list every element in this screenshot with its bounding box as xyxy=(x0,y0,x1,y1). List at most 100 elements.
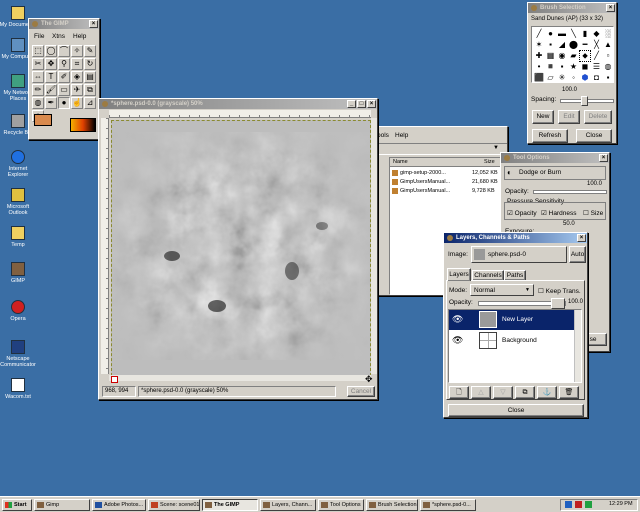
menu-xtns[interactable]: Xtns xyxy=(52,33,65,40)
brush-cell[interactable]: ▲ xyxy=(603,40,613,50)
brush-cell[interactable]: ▪ xyxy=(557,62,567,72)
taskbar-button[interactable]: Scene: scene01 xyxy=(148,499,200,511)
tool-options-titlebar[interactable]: Tool Options × xyxy=(501,153,609,163)
brush-cell[interactable]: ✳ xyxy=(557,73,567,83)
spacing-slider[interactable] xyxy=(560,96,614,106)
brush-cell[interactable]: ☰ xyxy=(591,62,602,72)
brush-cell[interactable]: ╱ xyxy=(534,29,544,39)
explorer-menu-help[interactable]: Help xyxy=(395,132,408,139)
explorer-menu-tools[interactable]: ools xyxy=(377,132,389,139)
pencil-icon[interactable]: ✏ xyxy=(32,84,44,96)
free-select-icon[interactable]: ⌒ xyxy=(58,45,70,57)
brush-cell[interactable]: ◾ xyxy=(545,62,556,72)
close-icon[interactable]: × xyxy=(606,4,615,12)
convolve-icon[interactable]: ◍ xyxy=(32,97,44,109)
desktop-icon[interactable]: Opera xyxy=(0,300,38,322)
delete-layer-icon[interactable]: 🗑 xyxy=(559,386,579,399)
text-icon[interactable]: T xyxy=(45,71,57,83)
layer-row-new-layer[interactable]: 👁 New Layer xyxy=(449,310,574,330)
image-window[interactable]: *sphere.psd-0.0 (grayscale) 50% _ □ × ✥ … xyxy=(98,98,378,400)
taskbar-button[interactable]: Tool Options xyxy=(318,499,364,511)
brush-cell[interactable]: ▮ xyxy=(580,29,590,39)
new-layer-icon[interactable]: 🗋 xyxy=(449,386,469,399)
duplicate-layer-icon[interactable]: ⧉ xyxy=(515,386,535,399)
brush-cell[interactable]: ⬥ xyxy=(579,50,591,62)
brush-cell[interactable]: • xyxy=(534,62,544,72)
mode-select[interactable]: Normal ▼ xyxy=(470,284,534,296)
auto-button[interactable]: Auto xyxy=(569,246,586,263)
close-icon[interactable]: × xyxy=(577,234,586,242)
crop-icon[interactable]: ⌗ xyxy=(71,58,83,70)
scissors-icon[interactable]: ✂ xyxy=(32,58,44,70)
tray-icon[interactable] xyxy=(565,501,572,508)
cancel-button[interactable]: Cancel xyxy=(347,386,375,397)
clone-icon[interactable]: ⧉ xyxy=(84,84,96,96)
brush-cell[interactable]: ◼ xyxy=(580,62,590,72)
smudge-icon[interactable]: ☝ xyxy=(71,97,83,109)
brush-cell[interactable]: ⬛ xyxy=(534,73,544,83)
taskbar-button[interactable]: Brush Selection xyxy=(366,499,418,511)
brush-cell[interactable]: ★ xyxy=(568,62,579,72)
brush-selection-window[interactable]: Brush Selection × Sand Dunes (AP) (33 x … xyxy=(527,2,617,144)
brush-cell[interactable]: ◉ xyxy=(557,51,567,61)
taskbar-button[interactable]: Layers, Chann... xyxy=(260,499,316,511)
brush-cell[interactable]: ◦ xyxy=(568,73,579,83)
brush-cell[interactable]: ◘ xyxy=(591,73,602,83)
new-brush-button[interactable]: New xyxy=(532,110,554,124)
brush-cell[interactable]: ◆ xyxy=(591,29,602,39)
fuzzy-select-icon[interactable]: ✧ xyxy=(71,45,83,57)
tab-layers[interactable]: Layers xyxy=(447,268,471,281)
minimize-icon[interactable]: _ xyxy=(347,100,356,108)
brush-cell[interactable]: ▫ xyxy=(603,51,613,61)
horizontal-scrollbar[interactable] xyxy=(109,375,371,381)
vertical-ruler[interactable] xyxy=(101,118,109,374)
brush-cell[interactable]: ◍ xyxy=(603,62,613,72)
desktop-icon[interactable]: Temp xyxy=(0,226,38,248)
brush-cell[interactable]: ▦ xyxy=(545,51,556,61)
brush-cell[interactable]: ▪ xyxy=(603,73,613,83)
navigate-icon[interactable]: ✥ xyxy=(365,375,375,385)
brush-cell[interactable]: ░ xyxy=(603,29,613,39)
pressure-opacity-checkbox[interactable]: ☑ Opacity xyxy=(507,209,537,217)
layers-titlebar[interactable]: Layers, Channels & Paths × xyxy=(444,233,587,243)
layer-opacity-slider[interactable] xyxy=(478,298,566,309)
desktop-icon[interactable]: Microsoft Outlook xyxy=(0,188,38,216)
image-select[interactable]: sphere.psd-0 xyxy=(471,246,567,263)
column-name[interactable]: Name xyxy=(393,159,408,165)
brush-cell[interactable]: ● xyxy=(545,29,556,39)
dodge-burn-icon[interactable]: ● xyxy=(58,97,70,109)
taskbar-button[interactable]: Gimp xyxy=(34,499,90,511)
rect-select-icon[interactable]: ⬚ xyxy=(32,45,44,57)
color-area[interactable] xyxy=(32,131,98,155)
taskbar-button[interactable]: *sphere.psd-0... xyxy=(420,499,476,511)
file-row[interactable]: GimpUsersManual... 9,728 KB xyxy=(390,187,506,196)
brush-cell[interactable]: ╱ xyxy=(591,51,602,61)
blend-icon[interactable]: ▤ xyxy=(84,71,96,83)
move-icon[interactable]: ✥ xyxy=(45,58,57,70)
file-row[interactable]: gimp-setup-2000... 12,052 KB xyxy=(390,169,506,178)
layer-row-background[interactable]: 👁 Background xyxy=(449,331,574,351)
anchor-layer-icon[interactable]: ⚓ xyxy=(537,386,557,399)
maximize-icon[interactable]: □ xyxy=(357,100,366,108)
brush-cell[interactable]: ✚ xyxy=(534,51,544,61)
ink-icon[interactable]: ✒ xyxy=(45,97,57,109)
column-size[interactable]: Size xyxy=(484,159,495,165)
layer-list-scrollbar[interactable] xyxy=(574,310,581,382)
keep-trans-checkbox[interactable]: ☐ Keep Trans. xyxy=(538,287,581,295)
file-row[interactable]: GimpUsersManual... 21,680 KB xyxy=(390,178,506,187)
bezier-select-icon[interactable]: ✎ xyxy=(84,45,96,57)
eraser-icon[interactable]: ▭ xyxy=(58,84,70,96)
refresh-button[interactable]: Refresh xyxy=(532,129,568,143)
desktop-icon[interactable]: GIMP xyxy=(0,262,38,284)
image-titlebar[interactable]: *sphere.psd-0.0 (grayscale) 50% _ □ × xyxy=(99,99,377,109)
brush-cell[interactable]: ▰ xyxy=(568,51,579,61)
tray-icon[interactable] xyxy=(585,501,592,508)
layers-close-button[interactable]: Close xyxy=(448,404,584,417)
quickmask-icon[interactable] xyxy=(111,376,118,383)
dropdown-arrow-icon[interactable]: ▼ xyxy=(493,145,499,151)
magnify-icon[interactable]: ⚲ xyxy=(58,58,70,70)
paintbrush-icon[interactable]: 🖌 xyxy=(45,84,57,96)
brush-cell[interactable]: ⬤ xyxy=(568,40,579,50)
start-button[interactable]: Start xyxy=(2,499,32,511)
desktop-icon[interactable]: Wacom.txt xyxy=(0,378,38,400)
